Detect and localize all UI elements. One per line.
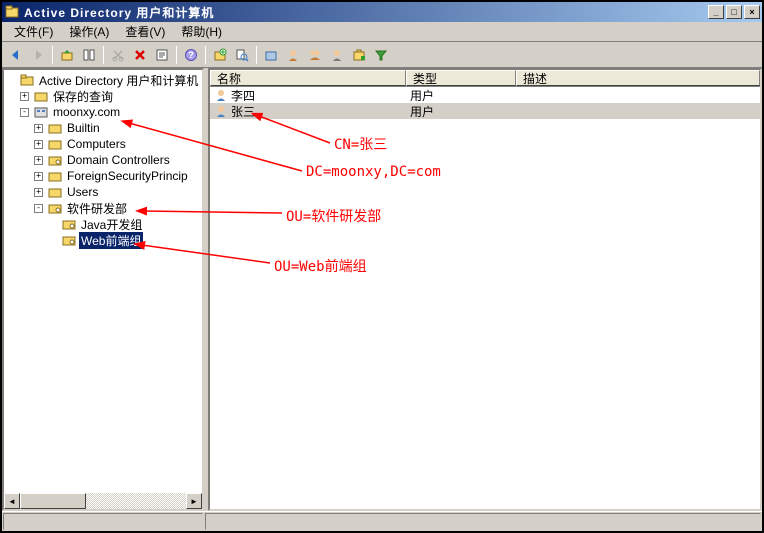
user-icon <box>214 104 228 118</box>
user-icon <box>214 88 228 102</box>
col-type[interactable]: 类型 <box>406 70 516 86</box>
status-pane-left <box>3 513 203 530</box>
menu-bar: 文件(F) 操作(A) 查看(V) 帮助(H) <box>2 22 762 42</box>
ou-icon <box>47 153 63 167</box>
minimize-button[interactable]: _ <box>708 5 724 19</box>
status-bar <box>2 511 762 531</box>
domain-icon <box>33 105 49 119</box>
tree-fsp[interactable]: + ForeignSecurityPrincip <box>4 168 202 184</box>
tree-pane: Active Directory 用户和计算机 + 保存的查询 - moonxy… <box>2 68 204 511</box>
tree-label: Java开发组 <box>79 216 144 233</box>
properties-button[interactable] <box>152 45 172 65</box>
ou-icon <box>61 217 77 231</box>
cell-type: 用户 <box>410 87 434 104</box>
col-name[interactable]: 名称 <box>210 70 406 86</box>
help-button[interactable]: ? <box>181 45 201 65</box>
menu-action[interactable]: 操作(A) <box>61 21 117 42</box>
toolbar: ? <box>2 42 762 68</box>
folder-icon <box>47 185 63 199</box>
cell-type: 用户 <box>410 103 434 120</box>
new-group-button[interactable] <box>305 45 325 65</box>
tree-computers[interactable]: + Computers <box>4 136 202 152</box>
status-pane-right <box>205 513 761 530</box>
tree-label: Domain Controllers <box>65 153 172 167</box>
tree-label-selected: Web前端组 <box>79 232 143 249</box>
window-title: Active Directory 用户和计算机 <box>24 4 706 21</box>
workspace: Active Directory 用户和计算机 + 保存的查询 - moonxy… <box>2 68 762 511</box>
expand-icon[interactable]: + <box>34 188 43 197</box>
tree-hscrollbar[interactable]: ◄ ► <box>4 493 202 509</box>
cut-button[interactable] <box>108 45 128 65</box>
toolbar-separator <box>256 46 257 64</box>
list-row[interactable]: 李四 用户 <box>210 87 760 103</box>
ou-icon <box>61 233 77 247</box>
tree-label: 保存的查询 <box>51 88 115 105</box>
expand-icon[interactable]: + <box>34 156 43 165</box>
list-row[interactable]: 张三 用户 <box>210 103 760 119</box>
menu-view[interactable]: 查看(V) <box>117 21 173 42</box>
list-header: 名称 类型 描述 <box>210 70 760 87</box>
scroll-thumb[interactable] <box>20 493 86 509</box>
new-user-button[interactable] <box>283 45 303 65</box>
title-bar: Active Directory 用户和计算机 _ □ × <box>2 2 762 22</box>
new-computer-button[interactable] <box>349 45 369 65</box>
expand-icon[interactable]: + <box>34 172 43 181</box>
tree-label: Users <box>65 185 100 199</box>
tree-builtin[interactable]: + Builtin <box>4 120 202 136</box>
folder-icon <box>19 73 35 87</box>
tree-label: Builtin <box>65 121 102 135</box>
tree-label: ForeignSecurityPrincip <box>65 169 190 183</box>
tree-domain[interactable]: - moonxy.com <box>4 104 202 120</box>
folder-icon <box>47 137 63 151</box>
tree-label: Computers <box>65 137 128 151</box>
tree-ou-java[interactable]: Java开发组 <box>4 216 202 232</box>
expand-icon[interactable]: + <box>20 92 29 101</box>
tree-label: 软件研发部 <box>65 200 129 217</box>
filter-button[interactable] <box>371 45 391 65</box>
toolbar-separator <box>205 46 206 64</box>
tree-users[interactable]: + Users <box>4 184 202 200</box>
maximize-button[interactable]: □ <box>726 5 742 19</box>
new-inetorgperson-button[interactable] <box>327 45 347 65</box>
toolbar-separator <box>176 46 177 64</box>
tree-label: moonxy.com <box>51 105 122 119</box>
menu-help[interactable]: 帮助(H) <box>173 21 230 42</box>
list-pane: 名称 类型 描述 李四 用户 张三 用户 <box>208 68 762 511</box>
up-button[interactable] <box>57 45 77 65</box>
ou-icon <box>47 201 63 215</box>
collapse-icon[interactable]: - <box>20 108 29 117</box>
close-button[interactable]: × <box>744 5 760 19</box>
toolbar-separator <box>52 46 53 64</box>
folder-icon <box>47 121 63 135</box>
directory-tree: Active Directory 用户和计算机 + 保存的查询 - moonxy… <box>4 70 202 250</box>
tree-domain-controllers[interactable]: + Domain Controllers <box>4 152 202 168</box>
menu-file[interactable]: 文件(F) <box>6 21 61 42</box>
collapse-icon[interactable]: - <box>34 204 43 213</box>
scroll-right-button[interactable]: ► <box>186 493 202 509</box>
forward-button[interactable] <box>28 45 48 65</box>
expand-icon[interactable]: + <box>34 124 43 133</box>
back-button[interactable] <box>6 45 26 65</box>
toolbar-separator <box>103 46 104 64</box>
show-hide-button[interactable] <box>79 45 99 65</box>
tree-root-label: Active Directory 用户和计算机 <box>37 72 200 89</box>
folder-icon <box>33 89 49 103</box>
app-icon <box>4 4 20 20</box>
new-ou-button[interactable] <box>210 45 230 65</box>
svg-text:?: ? <box>188 50 194 60</box>
tree-saved-queries[interactable]: + 保存的查询 <box>4 88 202 104</box>
cell-name: 张三 <box>231 103 255 120</box>
delete-button[interactable] <box>130 45 150 65</box>
folder-icon <box>47 169 63 183</box>
new-container-button[interactable] <box>261 45 281 65</box>
find-button[interactable] <box>232 45 252 65</box>
scroll-left-button[interactable]: ◄ <box>4 493 20 509</box>
tree-root[interactable]: Active Directory 用户和计算机 <box>4 72 202 88</box>
cell-name: 李四 <box>231 87 255 104</box>
expand-icon[interactable]: + <box>34 140 43 149</box>
col-desc[interactable]: 描述 <box>516 70 760 86</box>
tree-ou-web[interactable]: Web前端组 <box>4 232 202 248</box>
tree-ou-rd[interactable]: - 软件研发部 <box>4 200 202 216</box>
